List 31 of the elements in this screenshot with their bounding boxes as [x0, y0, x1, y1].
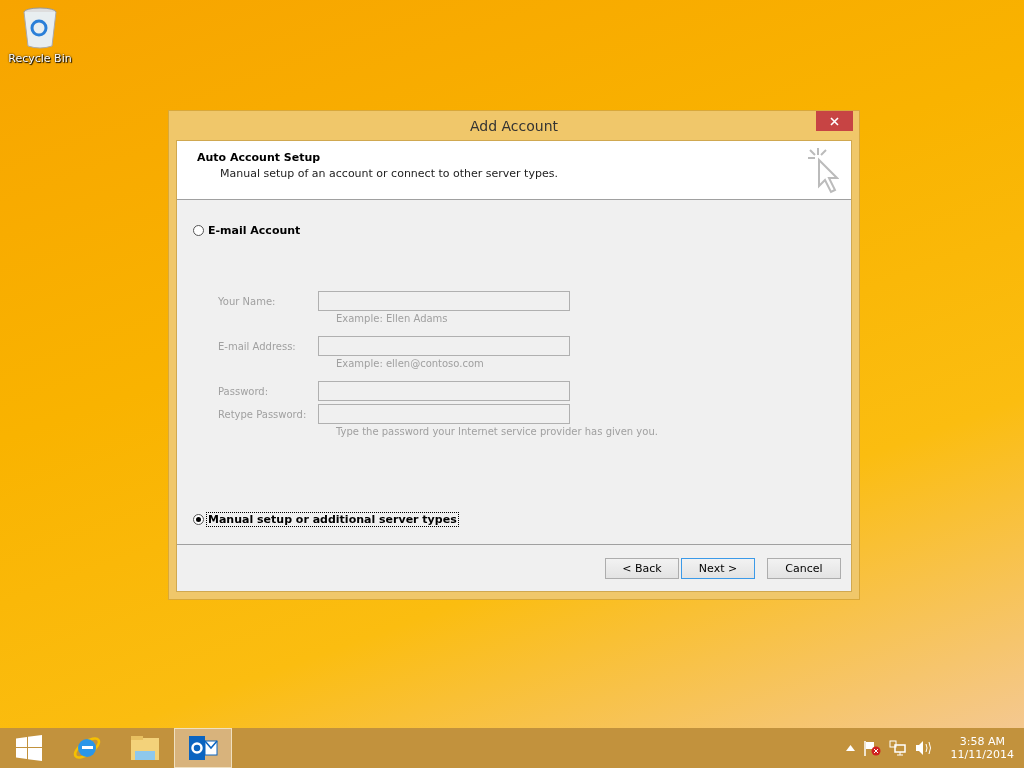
radio-button[interactable]	[193, 514, 204, 525]
cursor-click-icon	[805, 146, 839, 194]
speaker-icon[interactable]	[914, 740, 933, 756]
field-hint: Type the password your Internet service provider has given you.	[335, 426, 658, 437]
taskbar-app-button[interactable]	[174, 728, 232, 768]
windows-logo-icon	[16, 735, 42, 761]
field-label: E-mail Address:	[218, 340, 297, 352]
radio-option[interactable]: Manual setup or additional server types	[193, 513, 835, 526]
network-icon[interactable]	[888, 740, 907, 756]
header-title: Auto Account Setup	[197, 151, 322, 164]
close-button[interactable]	[816, 111, 853, 131]
dialog-button[interactable]: < Back	[605, 557, 679, 579]
field-hint: Example: ellen@contoso.com	[335, 358, 484, 369]
show-hidden-icons-icon[interactable]	[845, 745, 855, 751]
header-subtitle: Manual setup of an account or connect to other server types.	[219, 167, 558, 180]
field-label: Your Name:	[218, 295, 277, 307]
clock-time: 3:58 AM	[959, 735, 1005, 748]
field-label: Password:	[218, 385, 270, 397]
dialog-button[interactable]: Cancel	[767, 557, 841, 579]
clock-date: 11/11/2014	[950, 748, 1014, 761]
mail-app-icon	[188, 734, 218, 762]
flag-error-icon[interactable]	[862, 740, 881, 756]
folder-icon	[129, 733, 161, 763]
field-label: Retype Password:	[218, 408, 308, 420]
field-hint: Example: Ellen Adams	[335, 313, 448, 324]
close-icon	[830, 116, 839, 126]
recycle-bin-icon[interactable]	[22, 6, 58, 50]
dialog-button[interactable]: Next >	[681, 557, 755, 579]
radio-option[interactable]: E-mail Account	[193, 224, 835, 237]
radio-button[interactable]	[193, 225, 204, 236]
window-title: Add Account	[469, 117, 559, 134]
